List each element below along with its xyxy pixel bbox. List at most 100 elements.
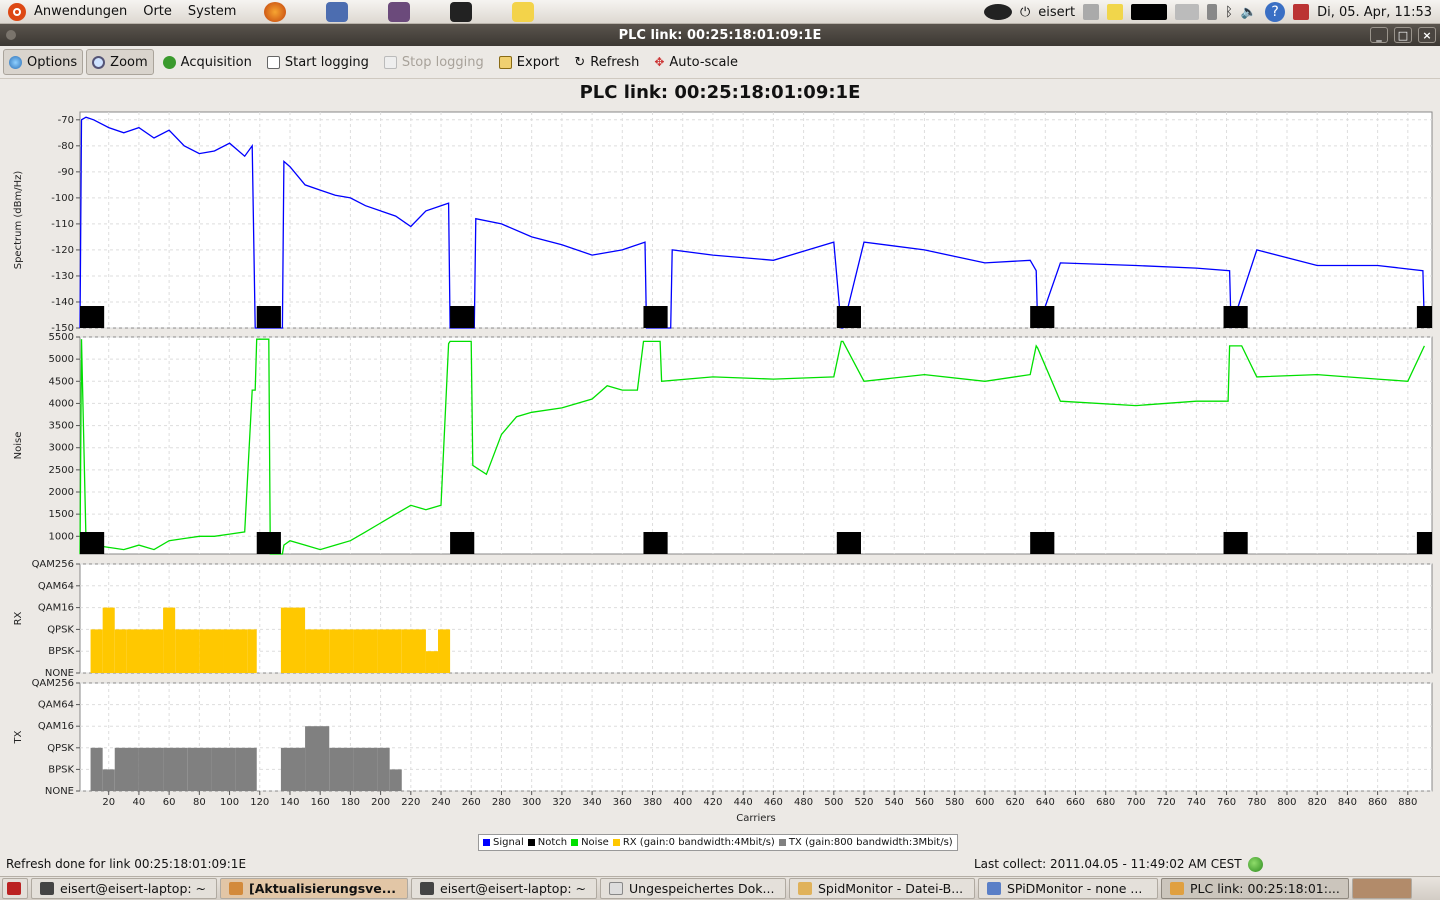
x-tick-label-37: 760	[1217, 797, 1236, 808]
x-tick-label-11: 240	[431, 797, 450, 808]
bar-2-2	[102, 607, 115, 673]
bar-2-7	[175, 629, 200, 673]
notch-mark-0-5	[1030, 306, 1055, 328]
x-tick-label-23: 480	[794, 797, 813, 808]
task-plc-link[interactable]: PLC link: 00:25:18:01:...	[1161, 878, 1349, 899]
x-tick-label-31: 640	[1036, 797, 1055, 808]
bar-2-17	[377, 629, 402, 673]
bar-3-5	[163, 747, 188, 791]
x-tick-label-28: 580	[945, 797, 964, 808]
task-terminal-1[interactable]: eisert@eisert-laptop: ~	[31, 878, 217, 899]
last-collect-text: Last collect: 2011.04.05 - 11:49:02 AM C…	[974, 857, 1242, 871]
show-desktop-button[interactable]	[2, 878, 28, 899]
y-axis-label-3: TX	[13, 730, 24, 744]
bar-3-6	[187, 747, 212, 791]
y-tick-label-3-3: QAM16	[38, 721, 74, 732]
x-tick-label-29: 600	[975, 797, 994, 808]
bar-2-12	[280, 607, 293, 673]
x-tick-label-30: 620	[1006, 797, 1025, 808]
editor-icon	[609, 882, 623, 895]
workspace-switcher[interactable]	[1352, 878, 1412, 899]
y-tick-label-3-5: QAM256	[32, 678, 74, 689]
x-tick-label-4: 100	[220, 797, 239, 808]
y-axis-label-0: Spectrum (dBm/Hz)	[13, 171, 24, 270]
y-tick-label-2-4: QAM64	[38, 581, 74, 592]
y-tick-label-0-2: -90	[58, 167, 74, 178]
notch-mark-1-7	[1416, 532, 1432, 554]
task-spidmonitor[interactable]: SPiDMonitor - none ...	[978, 878, 1158, 899]
y-tick-label-0-1: -80	[58, 141, 74, 152]
terminal-icon	[40, 882, 54, 895]
x-tick-label-6: 140	[280, 797, 299, 808]
x-tick-label-17: 360	[613, 797, 632, 808]
legend-signal: Signal	[483, 837, 524, 848]
x-tick-label-9: 200	[371, 797, 390, 808]
x-tick-label-12: 260	[462, 797, 481, 808]
x-tick-label-42: 860	[1368, 797, 1387, 808]
notch-mark-1-4	[836, 532, 861, 554]
y-tick-label-0-6: -130	[51, 271, 74, 282]
bar-3-16	[389, 769, 402, 791]
bar-3-1	[90, 747, 103, 791]
x-tick-label-38: 780	[1247, 797, 1266, 808]
y-tick-label-2-3: QAM16	[38, 603, 74, 614]
plc-charts[interactable]: Spectrum (dBm/Hz) -70 -80 -90 -100 -110 -120 -1…	[0, 0, 1440, 840]
task-text-editor[interactable]: Ungespeichertes Dok...	[600, 878, 786, 899]
bar-3-13	[329, 747, 354, 791]
window-icon	[987, 882, 1001, 895]
x-tick-label-32: 660	[1066, 797, 1085, 808]
notch-mark-1-2	[450, 532, 475, 554]
y-tick-label-0-7: -140	[51, 297, 74, 308]
x-tick-label-0: 20	[102, 797, 115, 808]
y-tick-label-1-3: 2500	[49, 465, 74, 476]
x-tick-label-21: 440	[734, 797, 753, 808]
y-tick-label-3-4: QAM64	[38, 700, 74, 711]
status-message: Refresh done for link 00:25:18:01:09:1E	[6, 857, 247, 871]
bar-2-9	[223, 629, 248, 673]
notch-mark-0-4	[836, 306, 861, 328]
y-tick-label-1-2: 2000	[49, 487, 74, 498]
globe-icon	[1247, 856, 1263, 872]
y-tick-label-1-0: 1000	[49, 531, 74, 542]
y-tick-label-2-2: QPSK	[47, 624, 74, 635]
legend-noise-swatch	[571, 839, 579, 846]
x-tick-label-14: 300	[522, 797, 541, 808]
y-tick-label-1-4: 3000	[49, 443, 74, 454]
bar-2-1	[90, 629, 103, 673]
bar-2-19	[425, 651, 439, 673]
x-tick-label-13: 280	[492, 797, 511, 808]
task-terminal-2[interactable]: eisert@eisert-laptop: ~	[411, 878, 597, 899]
task-file-browser[interactable]: SpidMonitor - Datei-B...	[789, 878, 975, 899]
legend-rx: RX (gain:0 bandwidth:4Mbit/s)	[612, 837, 775, 848]
x-tick-label-27: 560	[915, 797, 934, 808]
x-tick-label-1: 40	[133, 797, 146, 808]
y-tick-label-1-6: 4000	[49, 398, 74, 409]
x-tick-label-34: 700	[1126, 797, 1145, 808]
chart-icon	[1170, 882, 1184, 895]
x-tick-label-15: 320	[552, 797, 571, 808]
legend-tx-swatch	[778, 839, 786, 846]
x-tick-label-40: 820	[1308, 797, 1327, 808]
y-tick-label-0-5: -120	[51, 245, 74, 256]
notch-mark-1-0	[80, 532, 105, 554]
y-tick-label-0-0: -70	[58, 115, 74, 126]
x-tick-label-7: 160	[311, 797, 330, 808]
x-tick-label-35: 720	[1157, 797, 1176, 808]
folder-icon	[798, 882, 812, 895]
bar-2-6	[163, 607, 176, 673]
x-tick-label-19: 400	[673, 797, 692, 808]
bar-2-13	[292, 607, 306, 673]
notch-mark-1-6	[1223, 532, 1248, 554]
last-collect: Last collect: 2011.04.05 - 11:49:02 AM C…	[974, 856, 1263, 872]
task-update-manager[interactable]: [Aktualisierungsve...	[220, 878, 408, 899]
x-tick-label-3: 80	[193, 797, 206, 808]
bar-2-20	[438, 629, 451, 673]
y-tick-label-2-1: BPSK	[48, 646, 74, 657]
bar-3-14	[353, 747, 378, 791]
legend-notch-swatch	[527, 839, 535, 846]
x-tick-label-5: 120	[250, 797, 269, 808]
y-tick-label-1-8: 5000	[49, 354, 74, 365]
bar-2-5	[150, 629, 164, 673]
bar-3-10	[280, 747, 293, 791]
x-tick-label-33: 680	[1096, 797, 1115, 808]
